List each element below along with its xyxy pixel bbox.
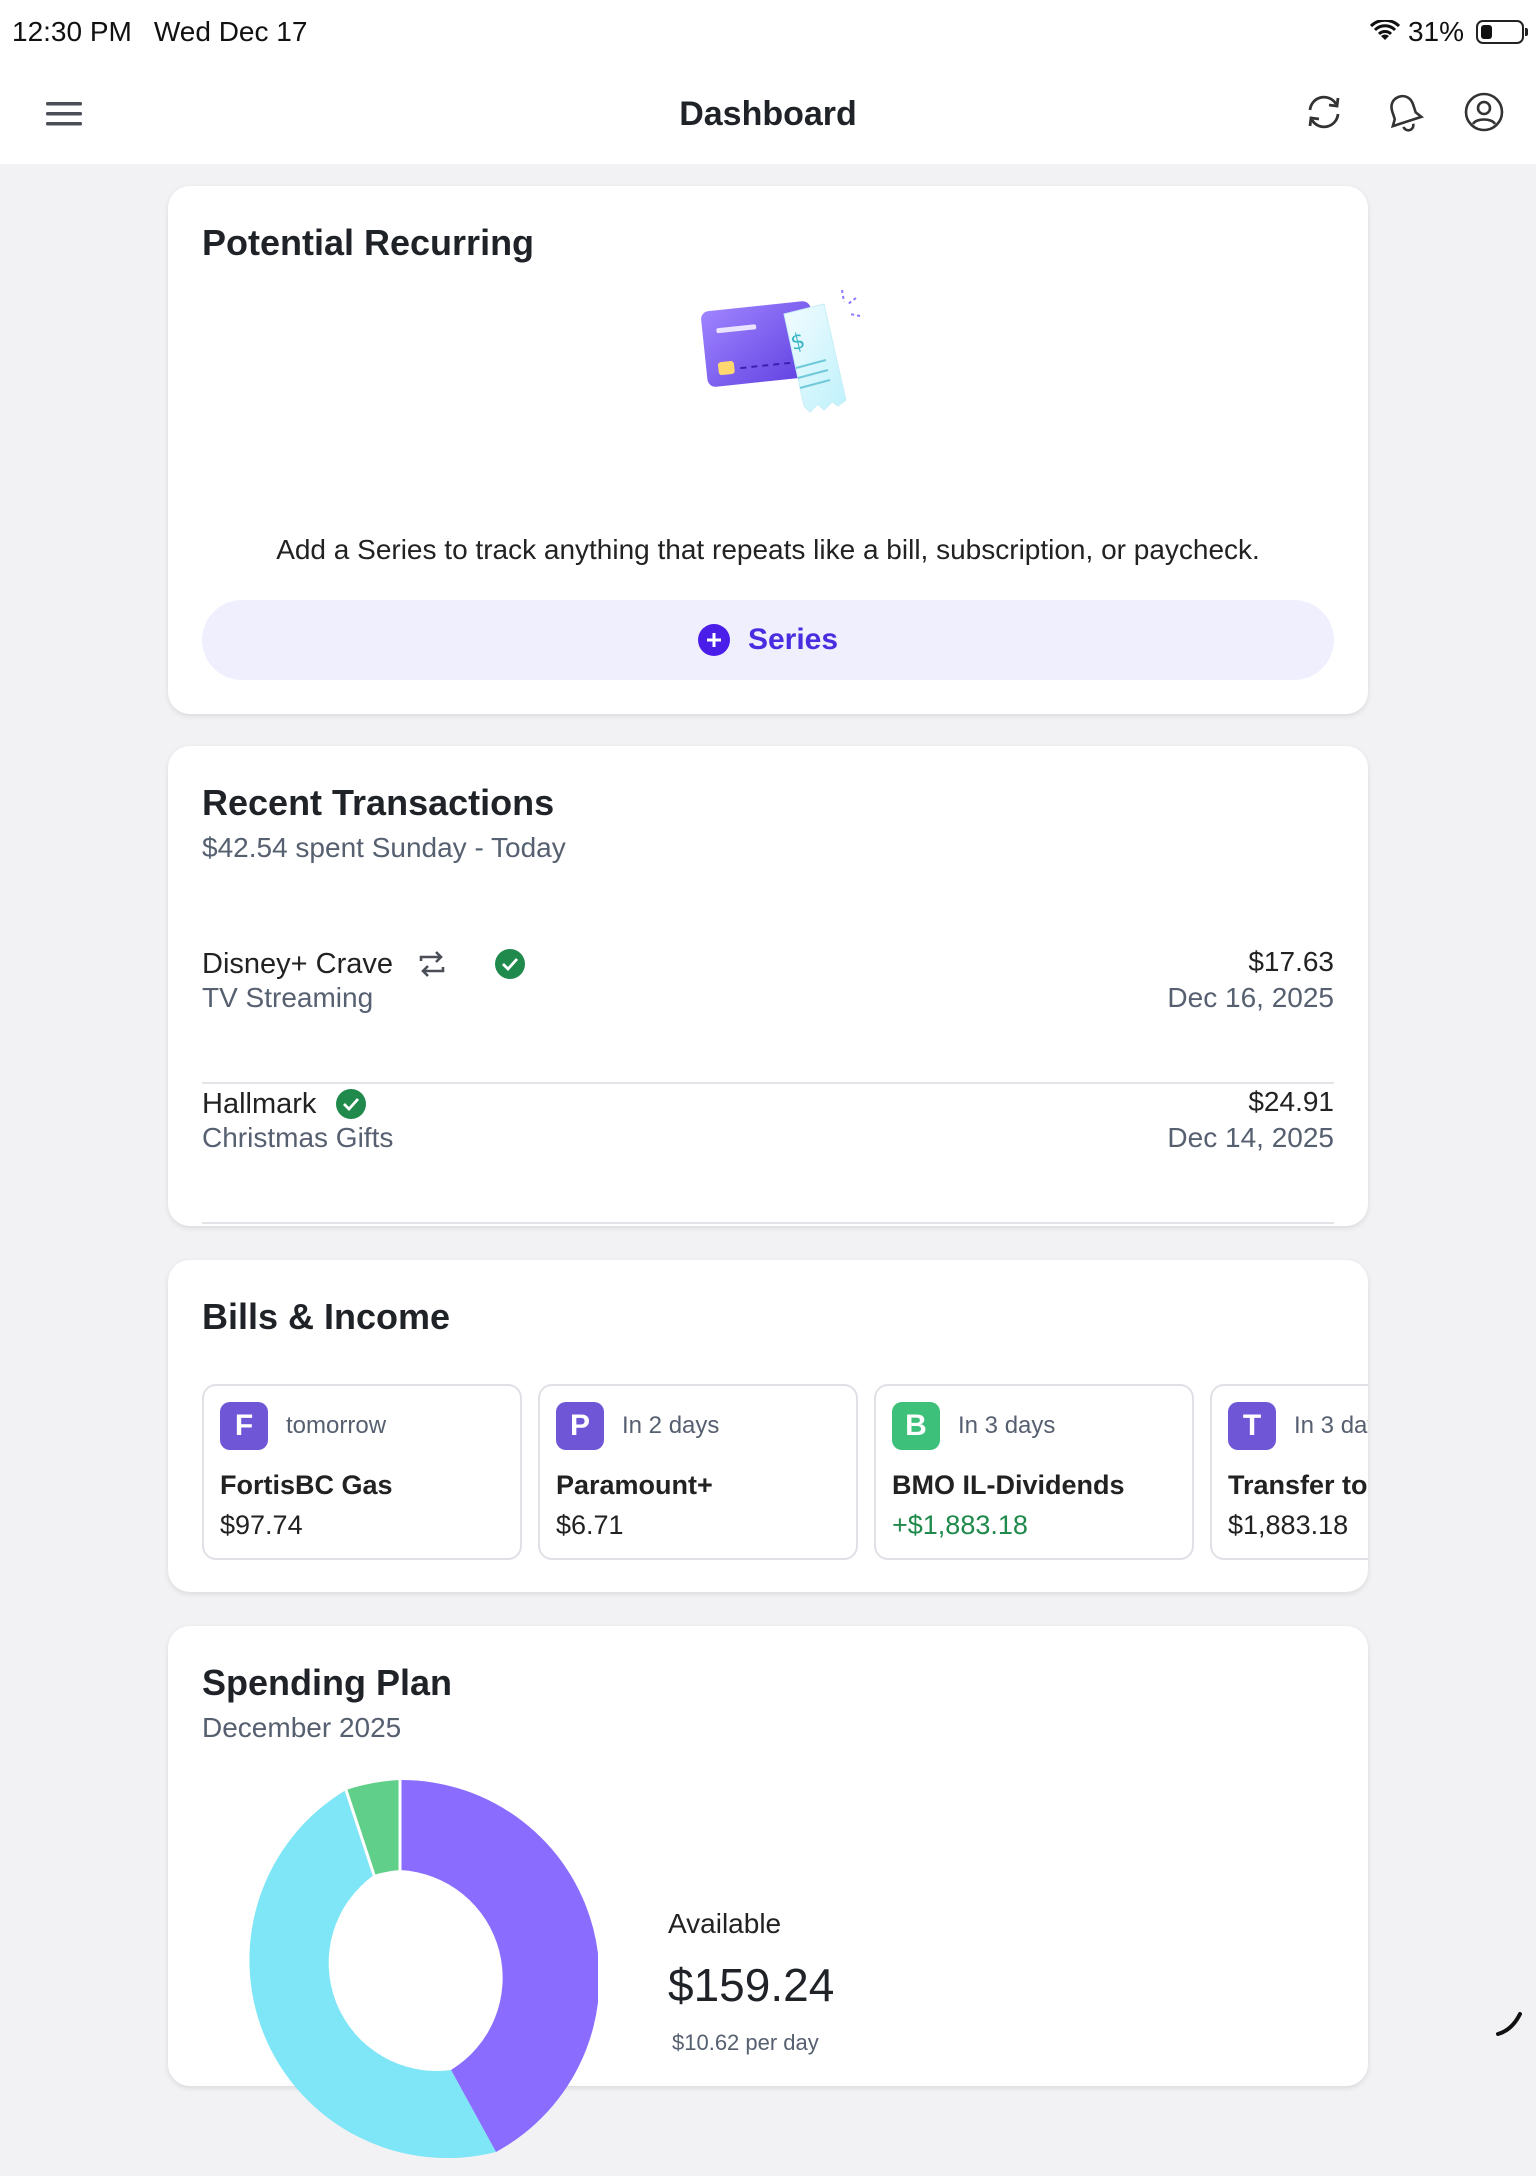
transaction-name-row: Disney+ Crave	[202, 944, 525, 984]
bill-due: In 3 days	[958, 1412, 1056, 1439]
plus-circle-icon	[697, 624, 730, 656]
transaction-amount: $17.63	[1248, 946, 1334, 977]
bill-name: FortisBC Gas	[220, 1470, 393, 1500]
transaction-amount: $24.91	[1248, 1086, 1334, 1117]
bill-avatar: P	[556, 1402, 604, 1450]
add-series-label: Series	[747, 623, 839, 656]
bill-card[interactable]: B In 3 days BMO IL-Dividends +$1,883.18	[874, 1384, 1194, 1560]
bill-amount: $1,883.18	[1228, 1510, 1349, 1540]
app-header: Dashboard	[0, 64, 1536, 164]
spending-plan-title: Spending Plan	[202, 1662, 453, 1703]
status-bar: 12:30 PM Wed Dec 17 31%	[0, 0, 1536, 64]
recent-transactions-summary: $42.54 spent Sunday - Today	[202, 832, 566, 863]
transaction-row[interactable]: Disney+ Crave TV Streaming $17.63 Dec 16…	[202, 944, 1334, 1084]
menu-button[interactable]	[42, 94, 86, 134]
bill-due: In 2 days	[622, 1412, 720, 1439]
transaction-name: Hallmark	[202, 1087, 317, 1120]
recurring-icon	[419, 951, 445, 977]
page-title: Dashboard	[679, 94, 857, 133]
bell-icon	[1390, 94, 1425, 132]
account-icon	[1464, 92, 1504, 132]
bills-income-title: Bills & Income	[202, 1296, 451, 1337]
bill-card[interactable]: F tomorrow FortisBC Gas $97.74	[202, 1384, 522, 1560]
spending-plan-month: December 2025	[202, 1712, 402, 1743]
bill-name: Transfer to	[1228, 1470, 1368, 1500]
bills-carousel[interactable]: F tomorrow FortisBC Gas $97.74 P In 2 da…	[202, 1384, 1368, 1560]
transaction-category: Christmas Gifts	[202, 1122, 394, 1153]
bill-avatar: T	[1228, 1402, 1276, 1450]
status-right: 31%	[1369, 16, 1528, 48]
header-actions	[1300, 88, 1508, 136]
bill-name: Paramount+	[556, 1470, 713, 1500]
transaction-date: Dec 14, 2025	[1167, 1122, 1334, 1153]
available-label: Available	[668, 1908, 782, 1939]
bill-amount: +$1,883.18	[892, 1510, 1028, 1540]
transaction-name: Disney+ Crave	[202, 947, 393, 980]
available-amount: $159.24	[668, 1959, 835, 2011]
bill-due: tomorrow	[286, 1412, 387, 1439]
menu-icon	[46, 102, 82, 126]
account-button[interactable]	[1460, 88, 1508, 136]
bill-avatar: B	[892, 1402, 940, 1450]
bill-card[interactable]: T In 3 days Transfer to $1,883.18	[1210, 1384, 1368, 1560]
transaction-name-row: Hallmark	[202, 1084, 367, 1124]
transaction-category: TV Streaming	[202, 982, 374, 1013]
transaction-date: Dec 16, 2025	[1167, 982, 1334, 1013]
bill-amount: $6.71	[556, 1510, 624, 1540]
battery-percent: 31%	[1407, 16, 1464, 47]
bills-income-card: Bills & Income F tomorrow FortisBC Gas $…	[168, 1260, 1368, 1592]
recent-transactions-title: Recent Transactions	[202, 782, 555, 823]
potential-recurring-title: Potential Recurring	[202, 222, 535, 263]
reviewed-check-icon	[336, 1089, 367, 1119]
sync-icon	[1308, 95, 1340, 129]
scroll-indicator-icon	[1496, 2012, 1522, 2036]
status-time: 12:30 PM	[12, 16, 132, 47]
add-series-button[interactable]: Series	[202, 600, 1334, 680]
sync-button[interactable]	[1300, 88, 1348, 136]
spending-donut-chart[interactable]	[202, 1780, 598, 2176]
recent-transactions-card: Recent Transactions $42.54 spent Sunday …	[168, 746, 1368, 1226]
status-date: Wed Dec 17	[153, 16, 308, 47]
notifications-button[interactable]	[1380, 88, 1428, 136]
potential-recurring-card: Potential Recurring $ Add a Series to tr…	[168, 186, 1368, 714]
spending-plan-card: Spending Plan December 2025 Available $1…	[168, 1626, 1368, 2159]
wifi-icon	[1369, 20, 1400, 40]
available-per-day: $10.62 per day	[672, 2030, 819, 2055]
bill-card[interactable]: P In 2 days Paramount+ $6.71	[538, 1384, 858, 1560]
bill-avatar: F	[220, 1402, 268, 1450]
bill-due: In 3 days	[1294, 1412, 1368, 1439]
transaction-row[interactable]: Hallmark Christmas Gifts $24.91 Dec 14, …	[202, 1084, 1334, 1224]
bill-amount: $97.74	[220, 1510, 303, 1540]
credit-card-receipt-illustration: $	[701, 289, 861, 413]
bill-name: BMO IL-Dividends	[892, 1470, 1125, 1500]
recurring-description: Add a Series to track anything that repe…	[276, 534, 1260, 565]
battery-icon	[1476, 20, 1528, 44]
reviewed-check-icon	[495, 949, 525, 979]
